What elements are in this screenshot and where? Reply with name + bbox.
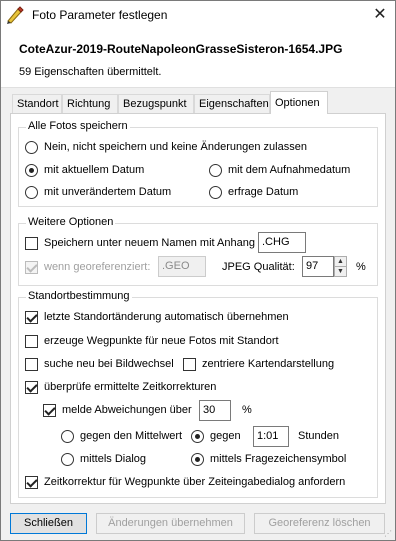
checkbox-search-on-change-label[interactable]: suche neu bei Bildwechsel [44,358,174,370]
checkbox-report-deviations[interactable] [43,404,56,417]
checkbox-last-location[interactable] [25,311,38,324]
resize-grip-icon[interactable]: ⋰ [384,529,394,539]
deviation-input[interactable]: 30 [199,400,231,421]
suffix-input[interactable]: .CHG [258,232,306,253]
radio-aufnahmedatum[interactable] [209,164,222,177]
radio-mean-value-label[interactable]: gegen den Mittelwert [80,430,182,442]
checkbox-search-on-change[interactable] [25,358,38,371]
group-further-options-title: Weitere Optionen [26,216,116,228]
radio-dialog[interactable] [61,453,74,466]
tab-richtung[interactable]: Richtung [62,94,118,113]
checkbox-last-location-label[interactable]: letzte Standortänderung automatisch über… [44,311,289,323]
jpeg-quality-input[interactable]: 97 [302,256,334,277]
radio-aktuelles-datum-label[interactable]: mit aktuellem Datum [44,164,144,176]
radio-dialog-label[interactable]: mittels Dialog [80,453,146,465]
apply-changes-button[interactable]: Änderungen übernehmen [96,513,245,534]
radio-nein[interactable] [25,141,38,154]
checkbox-waypoint-time-correction[interactable] [25,476,38,489]
tab-eigenschaften[interactable]: Eigenschaften [194,94,270,113]
checkbox-waypoint-time-correction-label[interactable]: Zeitkorrektur für Wegpunkte über Zeitein… [44,476,345,488]
jpeg-quality-unit: % [356,261,366,273]
radio-erfrage-datum-label[interactable]: erfrage Datum [228,186,298,198]
checkbox-create-waypoints-label[interactable]: erzeuge Wegpunkte für neue Fotos mit Sta… [44,335,279,347]
hours-label: Stunden [298,430,339,442]
properties-count: 59 Eigenschaften übermittelt. [19,66,162,78]
checkbox-create-waypoints[interactable] [25,335,38,348]
checkbox-report-deviations-label[interactable]: melde Abweichungen über [62,404,192,416]
deviation-unit: % [242,404,252,416]
radio-against-label[interactable]: gegen [210,430,241,442]
checkbox-save-new-name-label[interactable]: Speichern unter neuem Namen mit Anhang [44,237,255,249]
radio-erfrage-datum[interactable] [209,186,222,199]
tab-bezugspunkt[interactable]: Bezugspunkt [118,94,194,113]
group-save-all-title: Alle Fotos speichern [26,120,130,132]
file-name: CoteAzur-2019-RouteNapoleonGrasseSistero… [19,42,343,56]
checkbox-center-map[interactable] [183,358,196,371]
close-icon[interactable]: ✕ [368,4,392,26]
window-title: Foto Parameter festlegen [32,8,168,22]
checkbox-georef[interactable] [25,261,38,274]
checkbox-check-time-corrections-label[interactable]: überprüfe ermittelte Zeitkorrekturen [44,381,216,393]
tab-standort[interactable]: Standort [12,94,62,113]
group-location [18,297,378,498]
delete-georef-button[interactable]: Georeferenz löschen [254,513,385,534]
checkbox-center-map-label[interactable]: zentriere Kartendarstellung [202,358,334,370]
radio-nein-label[interactable]: Nein, nicht speichern und keine Änderung… [44,141,307,153]
tab-optionen[interactable]: Optionen [270,91,328,114]
radio-aktuelles-datum[interactable] [25,164,38,177]
radio-mean-value[interactable] [61,430,74,443]
radio-question-symbol[interactable] [191,453,204,466]
checkbox-georef-label[interactable]: wenn georeferenziert: [44,261,150,273]
hours-input[interactable]: 1:01 [253,426,289,447]
app-icon [6,6,24,24]
radio-against[interactable] [191,430,204,443]
radio-question-symbol-label[interactable]: mittels Fragezeichensymbol [210,453,346,465]
close-button[interactable]: Schließen [10,513,87,534]
header-panel [1,30,395,88]
checkbox-check-time-corrections[interactable] [25,381,38,394]
group-location-title: Standortbestimmung [26,290,132,302]
jpeg-quality-label: JPEG Qualität: [222,261,295,273]
spin-down-icon[interactable]: ▼ [334,266,347,277]
georef-suffix-input[interactable]: .GEO [158,256,206,277]
radio-aufnahmedatum-label[interactable]: mit dem Aufnahmedatum [228,164,350,176]
checkbox-save-new-name[interactable] [25,237,38,250]
radio-unveraendert-label[interactable]: mit unverändertem Datum [44,186,171,198]
radio-unveraendert[interactable] [25,186,38,199]
